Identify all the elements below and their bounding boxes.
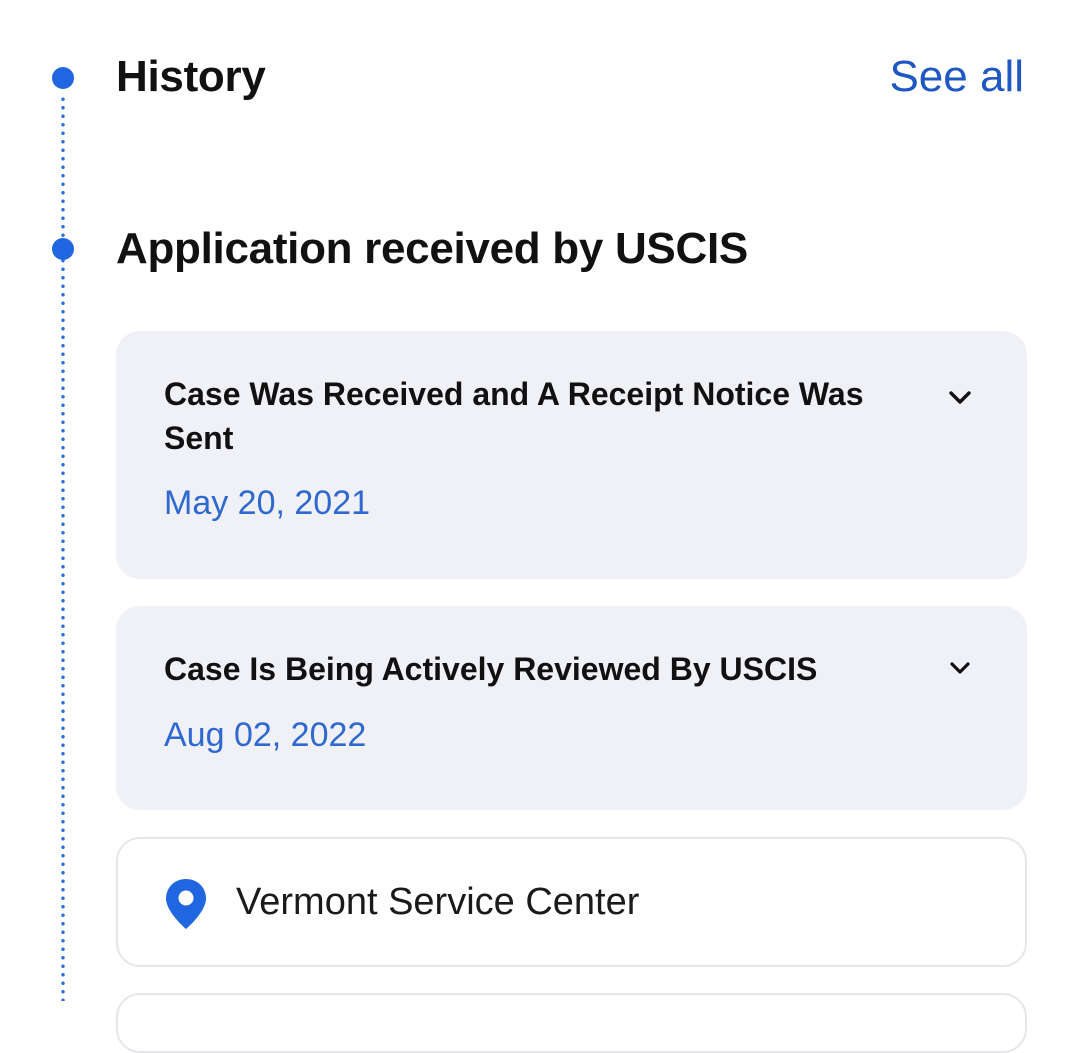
chevron-down-icon[interactable] — [946, 655, 974, 683]
timeline-dot-history — [52, 67, 74, 89]
timeline-line — [61, 95, 65, 1001]
event-title: Case Was Received and A Receipt Notice W… — [164, 376, 864, 456]
section-title: Application received by USCIS — [116, 224, 748, 273]
history-event-card[interactable] — [116, 606, 1027, 810]
see-all-link[interactable]: See all — [889, 52, 1024, 102]
next-card — [116, 993, 1027, 1053]
event-date: May 20, 2021 — [164, 484, 371, 522]
event-title: Case Is Being Actively Reviewed By USCIS — [164, 651, 818, 687]
timeline-dot-application — [52, 238, 74, 260]
chevron-down-icon[interactable] — [946, 384, 974, 412]
history-title: History — [116, 52, 266, 101]
location-pin-icon — [164, 877, 208, 931]
event-date: Aug 02, 2022 — [164, 716, 367, 754]
location-label: Vermont Service Center — [236, 881, 640, 923]
location-card[interactable]: Vermont Service Center — [116, 837, 1027, 967]
